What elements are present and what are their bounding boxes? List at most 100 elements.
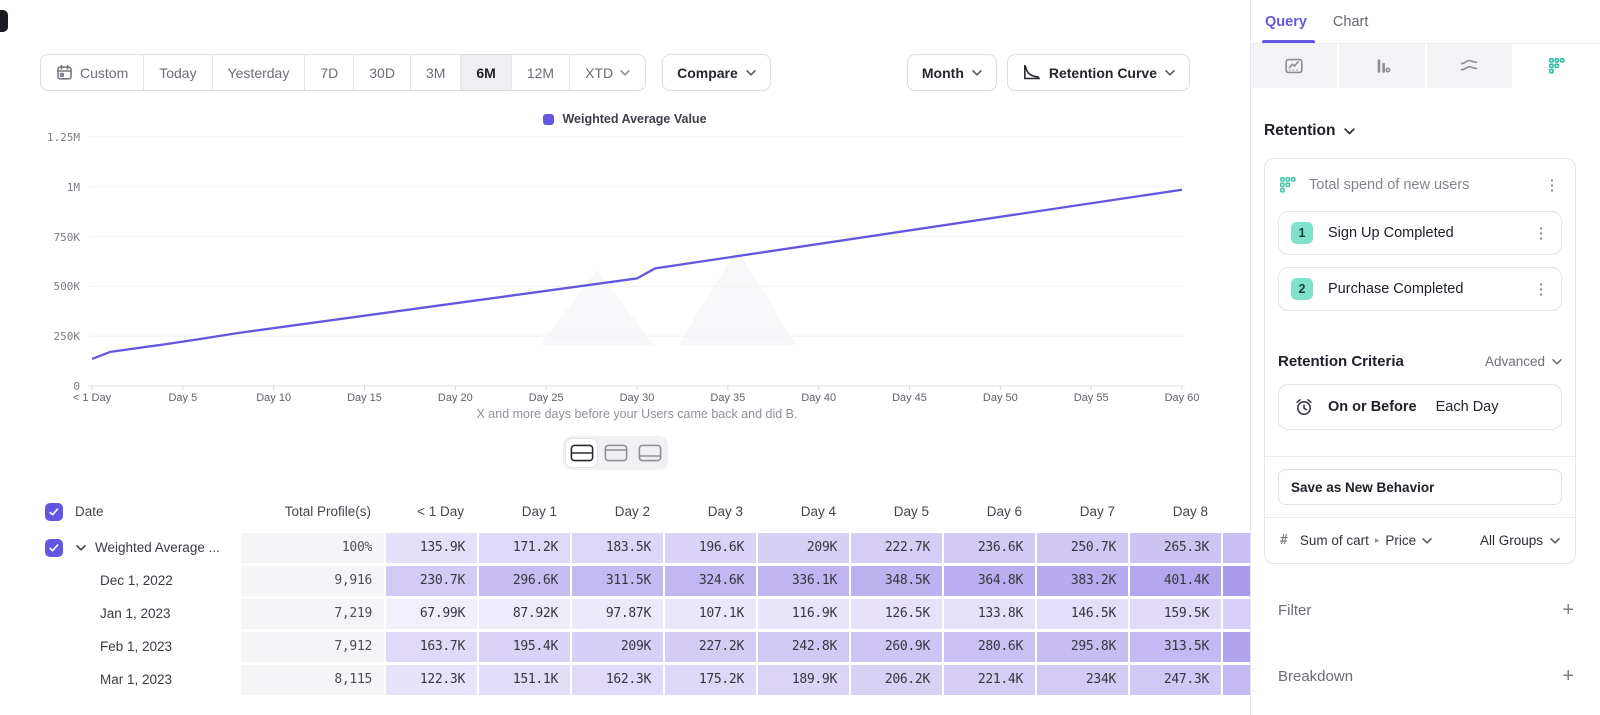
behavior-card: Total spend of new users ⋮ 1 Sign Up Com… bbox=[1264, 158, 1576, 564]
retention-value-cell: 126.5K bbox=[850, 597, 943, 630]
retention-value-cell: 159.5K bbox=[1129, 597, 1222, 630]
x-axis-tick: Day 50 bbox=[964, 392, 1036, 404]
legend-label: Weighted Average Value bbox=[562, 112, 706, 126]
table-row: Mar 1, 20238,115122.3K151.1K162.3K175.2K… bbox=[30, 663, 1250, 696]
y-axis-tick: 1M bbox=[0, 181, 80, 194]
total-profiles-cell: 100% bbox=[240, 531, 385, 564]
retention-value-cell: 195.4K bbox=[478, 630, 571, 663]
layout-toggle-group bbox=[563, 436, 668, 470]
sidebar-content: Retention Total spend of new users ⋮ 1 S… bbox=[1251, 122, 1600, 686]
event-row-purchase[interactable]: 2 Purchase Completed ⋮ bbox=[1278, 267, 1562, 311]
expand-chevron-icon[interactable] bbox=[76, 545, 86, 551]
report-type-label: Retention bbox=[1264, 122, 1335, 140]
retention-value-cell: 222.7K bbox=[850, 531, 943, 564]
sidebar-tabs: Query Chart bbox=[1251, 0, 1600, 44]
criteria-operator: On or Before bbox=[1328, 399, 1417, 415]
tab-funnels[interactable] bbox=[1339, 44, 1427, 88]
table-row: Feb 1, 20237,912163.7K195.4K209K227.2K24… bbox=[30, 630, 1250, 663]
chevron-down-icon bbox=[1550, 538, 1560, 544]
retention-value-cell: 383.2K bbox=[1036, 564, 1129, 597]
bottom-band-view-icon bbox=[638, 444, 662, 462]
retention-value-cell: 162.3K bbox=[571, 663, 664, 696]
column-header: Day 7 bbox=[1036, 494, 1129, 531]
filter-section: Filter + bbox=[1278, 600, 1574, 620]
kebab-menu-icon[interactable]: ⋮ bbox=[1531, 282, 1551, 297]
kebab-menu-icon[interactable]: ⋮ bbox=[1531, 226, 1551, 241]
layout-top-button[interactable] bbox=[600, 439, 631, 467]
measure-dropdown[interactable]: Sum of cart ▸ Price bbox=[1300, 533, 1432, 548]
tab-query[interactable]: Query bbox=[1265, 0, 1307, 43]
retention-value-cell: 206.2K bbox=[850, 663, 943, 696]
caret-right-icon: ▸ bbox=[1375, 535, 1380, 546]
column-header: < 1 Day bbox=[385, 494, 478, 531]
chevron-down-icon bbox=[1344, 128, 1355, 135]
y-axis-tick: 250K bbox=[0, 330, 80, 343]
measure-row: # Sum of cart ▸ Price All Groups bbox=[1265, 517, 1575, 563]
table-row: Weighted Average ...100%135.9K171.2K183.… bbox=[30, 531, 1250, 564]
criteria-row[interactable]: On or Before Each Day bbox=[1278, 384, 1562, 430]
add-breakdown-button[interactable]: + bbox=[1562, 666, 1574, 686]
row-label-cell: Dec 1, 2022 bbox=[30, 564, 240, 597]
column-header: Day 4 bbox=[757, 494, 850, 531]
split-view-icon bbox=[570, 444, 594, 462]
tab-insights[interactable] bbox=[1251, 44, 1339, 88]
tab-retention[interactable] bbox=[1514, 44, 1600, 88]
layout-bottom-button[interactable] bbox=[634, 439, 665, 467]
row-label-cell: Feb 1, 2023 bbox=[30, 630, 240, 663]
chart-legend[interactable]: Weighted Average Value bbox=[0, 112, 1250, 126]
legend-swatch bbox=[543, 114, 554, 125]
row-label: Weighted Average ... bbox=[95, 540, 220, 555]
retention-value-cell: 265.3K bbox=[1129, 531, 1222, 564]
table-row: Dec 1, 20229,916230.7K296.6K311.5K324.6K… bbox=[30, 564, 1250, 597]
row-label-cell: Weighted Average ... bbox=[30, 531, 240, 564]
event-row-signup[interactable]: 1 Sign Up Completed ⋮ bbox=[1278, 211, 1562, 255]
row-checkbox[interactable] bbox=[45, 539, 63, 557]
x-axis-tick: < 1 Day bbox=[56, 392, 128, 404]
tab-flows[interactable] bbox=[1427, 44, 1515, 88]
retention-value-cell: 87.92K bbox=[478, 597, 571, 630]
select-all-checkbox[interactable] bbox=[45, 503, 63, 521]
x-axis-tick: Day 10 bbox=[238, 392, 310, 404]
retention-value-cell: 348.5K bbox=[850, 564, 943, 597]
column-header: Day 8 bbox=[1129, 494, 1222, 531]
groups-dropdown[interactable]: All Groups bbox=[1480, 533, 1560, 548]
retention-value-cell: 221.4K bbox=[943, 663, 1036, 696]
y-axis-tick: 750K bbox=[0, 231, 80, 244]
retention-value-cell: 122.3K bbox=[385, 663, 478, 696]
row-label: Feb 1, 2023 bbox=[100, 639, 172, 654]
column-header-date: Date bbox=[30, 494, 240, 531]
report-type-selector[interactable]: Retention bbox=[1264, 122, 1576, 140]
x-axis-tick: Day 60 bbox=[1146, 392, 1218, 404]
criteria-value: Each Day bbox=[1436, 399, 1499, 415]
save-as-new-behavior-button[interactable]: Save as New Behavior bbox=[1278, 469, 1562, 505]
event-number-badge: 2 bbox=[1291, 278, 1313, 300]
x-axis-tick: Day 40 bbox=[783, 392, 855, 404]
layout-split-button[interactable] bbox=[566, 439, 597, 467]
column-header: Day 3 bbox=[664, 494, 757, 531]
add-filter-button[interactable]: + bbox=[1562, 600, 1574, 620]
criteria-mode-dropdown[interactable]: Advanced bbox=[1485, 354, 1562, 369]
row-label: Mar 1, 2023 bbox=[100, 672, 172, 687]
behavior-title: Total spend of new users bbox=[1309, 177, 1531, 193]
retention-value-cell: 364.8K bbox=[943, 564, 1036, 597]
retention-value-cell: 234K bbox=[1036, 663, 1129, 696]
row-label: Dec 1, 2022 bbox=[100, 573, 173, 588]
total-profiles-cell: 7,912 bbox=[240, 630, 385, 663]
column-header: Day 5 bbox=[850, 494, 943, 531]
funnels-icon bbox=[1372, 56, 1392, 76]
column-header-partial bbox=[1222, 494, 1250, 531]
retention-value-cell: 227.2K bbox=[664, 630, 757, 663]
retention-value-cell: 151.1K bbox=[478, 663, 571, 696]
behavior-header: Total spend of new users ⋮ bbox=[1278, 171, 1562, 199]
x-axis-tick: Day 20 bbox=[419, 392, 491, 404]
kebab-menu-icon[interactable]: ⋮ bbox=[1542, 178, 1562, 193]
main-panel: CustomTodayYesterday7D30D3M6M12MXTD Comp… bbox=[0, 0, 1250, 715]
top-band-view-icon bbox=[604, 444, 628, 462]
column-header: Total Profile(s) bbox=[240, 494, 385, 531]
retention-value-cell: 133.8K bbox=[943, 597, 1036, 630]
tab-chart[interactable]: Chart bbox=[1333, 0, 1368, 43]
breakdown-label: Breakdown bbox=[1278, 668, 1353, 685]
breakdown-section: Breakdown + bbox=[1278, 666, 1574, 686]
partial-column-cell bbox=[1222, 564, 1250, 597]
x-axis-caption: X and more days before your Users came b… bbox=[30, 407, 1244, 421]
